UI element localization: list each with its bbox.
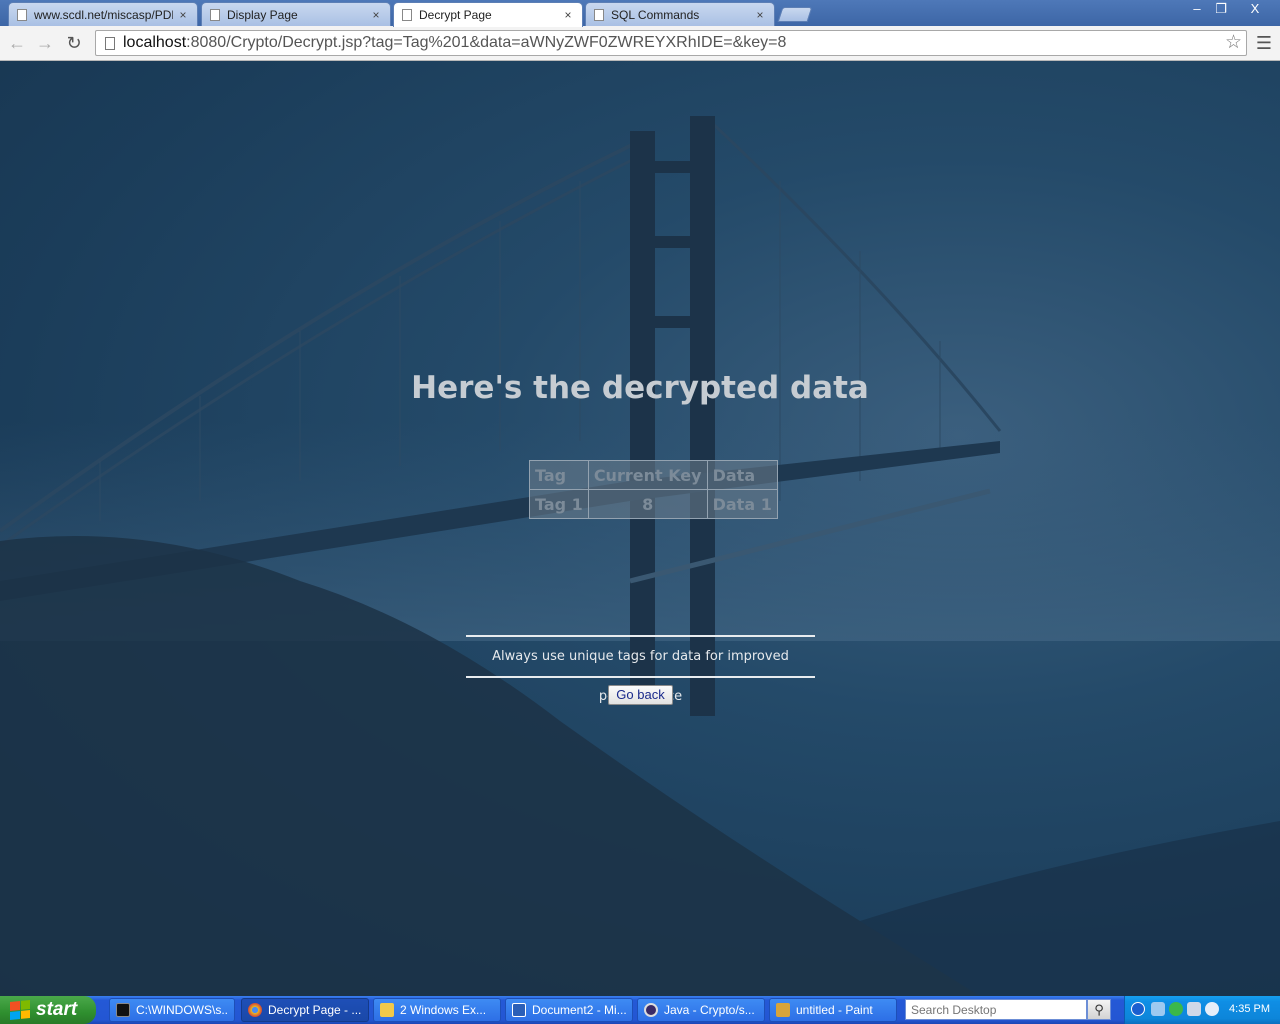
eclipse-icon (644, 1003, 658, 1017)
system-tray: 4:35 PM (1124, 996, 1280, 1024)
search-tray-icon[interactable] (1205, 1002, 1219, 1016)
folder-icon (380, 1003, 394, 1017)
task-label: Decrypt Page - ... (268, 1003, 362, 1017)
desktop-search-input[interactable] (905, 999, 1087, 1020)
url-host: localhost (123, 34, 187, 51)
tab-scdl[interactable]: www.scdl.net/miscasp/PDFS × (8, 2, 198, 26)
close-icon[interactable]: × (754, 8, 766, 22)
cell-data: Data 1 (706, 489, 778, 519)
close-icon[interactable]: × (562, 8, 574, 22)
browser-toolbar: ← → ↻ localhost:8080/Crypto/Decrypt.jsp?… (0, 26, 1280, 61)
close-window-button[interactable]: X (1240, 1, 1270, 19)
start-button[interactable]: start (0, 996, 96, 1024)
chrome-icon (248, 1003, 262, 1017)
search-icon[interactable]: ⚲ (1087, 999, 1111, 1020)
cmd-icon (116, 1003, 130, 1017)
taskbar-item-paint[interactable]: untitled - Paint (769, 998, 897, 1022)
page-icon (210, 8, 220, 21)
golden-gate-background (0, 116, 1280, 996)
table-row: Tag 1 8 Data 1 (529, 489, 778, 519)
page-icon (17, 8, 27, 21)
bookmark-star-icon[interactable]: ☆ (1225, 31, 1242, 55)
tab-decrypt-page[interactable]: Decrypt Page × (393, 2, 583, 27)
page-viewport: Here's the decrypted data Tag Current Ke… (0, 61, 1280, 996)
network-icon[interactable] (1151, 1002, 1165, 1016)
tab-title: SQL Commands (611, 7, 700, 22)
address-bar[interactable]: localhost:8080/Crypto/Decrypt.jsp?tag=Ta… (95, 30, 1247, 56)
maximize-button[interactable]: ❐ (1210, 1, 1232, 19)
taskbar-item-explorer[interactable]: 2 Windows Ex... (373, 998, 501, 1022)
url-path: :8080/Crypto/Decrypt.jsp?tag=Tag%201&dat… (186, 34, 787, 51)
paint-icon (776, 1003, 790, 1017)
browser-tab-strip: www.scdl.net/miscasp/PDFS × Display Page… (0, 0, 1280, 27)
tab-title: Decrypt Page (419, 8, 492, 22)
task-label: C:\WINDOWS\s... (136, 1003, 228, 1017)
display-icon[interactable] (1187, 1002, 1201, 1016)
tab-title: www.scdl.net/miscasp/PDFS (34, 7, 173, 22)
new-tab-button[interactable] (777, 7, 813, 22)
performance-notice: Always use unique tags for data for impr… (466, 635, 815, 704)
page-icon (594, 8, 604, 21)
reload-icon[interactable]: ↻ (63, 32, 85, 54)
menu-icon[interactable]: ☰ (1254, 32, 1274, 54)
page-icon (105, 36, 115, 50)
page-title: Here's the decrypted data (411, 370, 869, 406)
tab-display-page[interactable]: Display Page × (201, 2, 391, 26)
status-icon[interactable] (1169, 1002, 1183, 1016)
taskbar-item-cmd[interactable]: C:\WINDOWS\s... (109, 998, 235, 1022)
close-icon[interactable]: × (177, 8, 189, 22)
chevron-left-icon[interactable] (1131, 1002, 1145, 1016)
column-header-data: Data (706, 460, 778, 490)
word-icon (512, 1003, 526, 1017)
tab-title: Display Page (227, 7, 298, 22)
task-label: untitled - Paint (796, 1003, 873, 1017)
column-header-current-key: Current Key (587, 460, 708, 490)
task-label: 2 Windows Ex... (400, 1003, 487, 1017)
column-header-tag: Tag (529, 460, 589, 490)
taskbar: start C:\WINDOWS\s... Decrypt Page - ...… (0, 996, 1280, 1024)
minimize-button[interactable]: ‒ (1186, 1, 1208, 19)
taskbar-item-word[interactable]: Document2 - Mi... (505, 998, 633, 1022)
tab-sql-commands[interactable]: SQL Commands × (585, 2, 775, 26)
forward-arrow-icon[interactable]: → (34, 32, 56, 54)
taskbar-item-chrome[interactable]: Decrypt Page - ... (241, 998, 369, 1022)
task-label: Java - Crypto/s... (664, 1003, 755, 1017)
page-icon (402, 9, 412, 21)
cell-tag: Tag 1 (529, 489, 589, 519)
go-back-button[interactable]: Go back (608, 685, 673, 705)
windows-flag-icon (10, 999, 30, 1021)
table-header-row: Tag Current Key Data (529, 460, 778, 490)
taskbar-item-eclipse[interactable]: Java - Crypto/s... (637, 998, 765, 1022)
cell-current-key: 8 (587, 489, 708, 519)
back-arrow-icon[interactable]: ← (6, 32, 28, 54)
task-label: Document2 - Mi... (532, 1003, 626, 1017)
clock: 4:35 PM (1229, 1003, 1270, 1015)
decrypted-data-table: Tag Current Key Data Tag 1 8 Data 1 (529, 460, 778, 519)
start-label: start (36, 999, 78, 1020)
close-icon[interactable]: × (370, 8, 382, 22)
